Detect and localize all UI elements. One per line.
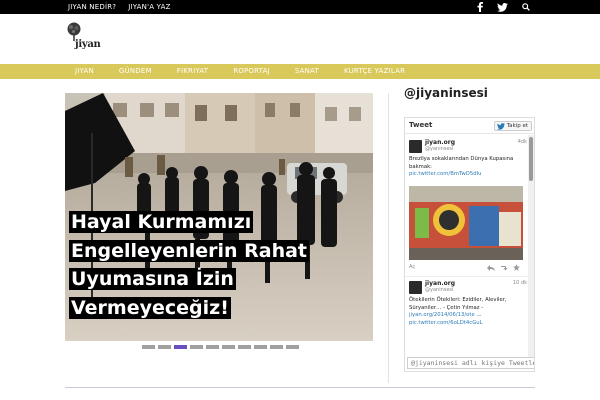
main-nav-item-sanat[interactable]: SANAT (295, 64, 319, 79)
widget-title: Tweet (409, 121, 433, 129)
slider-dot[interactable] (238, 345, 251, 349)
main-nav-item-jiyan[interactable]: JIYAN (75, 64, 94, 79)
follow-button-label: Takip et (506, 123, 528, 129)
column-divider (388, 93, 389, 383)
tweet-link-2[interactable]: pic.twitter.com/6oLDt4cGuL (409, 320, 483, 326)
tweet-time[interactable]: 4dk (518, 139, 527, 145)
follow-button[interactable]: Takip et (493, 121, 532, 131)
twitter-icon[interactable] (497, 2, 508, 12)
tweet-item[interactable]: jiyan.org @yaninsesi 10 dk Ötekilerin Öt… (405, 276, 529, 356)
tweet-author-name[interactable]: jiyan.org (425, 139, 455, 146)
featured-headline[interactable]: Hayal Kurmamızı Engelleyenlerin Rahat Uy… (69, 208, 369, 322)
headline-line-3[interactable]: Uyumasına İzin (69, 268, 236, 290)
logo-wordmark: jiyan (75, 39, 101, 50)
site-logo[interactable]: jiyan (66, 22, 106, 54)
tweet-item[interactable]: jiyan.org @yaninsesi 4dk Brezilya sokakl… (405, 136, 529, 276)
tweet-text: Brezilya sokaklarından Dünya Kupasına ba… (409, 156, 521, 179)
slider-dot[interactable] (270, 345, 283, 349)
tweet-author-handle[interactable]: @yaninsesi (425, 287, 453, 293)
reply-icon[interactable] (487, 265, 495, 271)
main-nav-item-roportaj[interactable]: ROPORTAJ (233, 64, 270, 79)
top-nav-item-jiyana-yaz[interactable]: JIYAN'A YAZ (128, 0, 170, 14)
main-nav: JIYAN GÜNDEM FIKRIYAT ROPORTAJ SANAT KUR… (0, 64, 600, 79)
tweet-link[interactable]: jiyan.org/2014/06/13/ote (409, 312, 475, 318)
tweet-body: Ötekilerin Ötekileri: Ezidiler, Aleviler… (409, 297, 507, 311)
sidebar-handle-title: @jiyaninsesi (404, 86, 488, 100)
facebook-icon[interactable] (477, 2, 483, 12)
tweet-link[interactable]: pic.twitter.com/BmTwO5dIu (409, 171, 482, 177)
footer-divider (65, 387, 535, 388)
favorite-icon[interactable] (513, 264, 520, 271)
slider-dot[interactable] (158, 345, 171, 349)
slider-dot[interactable] (254, 345, 267, 349)
widget-header: Tweet Takip et (405, 118, 534, 134)
tweet-time[interactable]: 10 dk (513, 280, 527, 286)
tweet-media[interactable] (409, 186, 523, 260)
slider-pagination (142, 345, 299, 349)
slider-dot[interactable] (222, 345, 235, 349)
tweet-avatar[interactable] (409, 281, 422, 294)
main-nav-item-gundem[interactable]: GÜNDEM (119, 64, 152, 79)
top-bar: JIYAN NEDİR? JIYAN'A YAZ (0, 0, 600, 14)
main-nav-item-fikriyat[interactable]: FIKRIYAT (177, 64, 208, 79)
headline-line-2[interactable]: Engelleyenlerin Rahat (69, 239, 310, 262)
tweet-action-expand[interactable]: Aç (409, 264, 415, 270)
featured-slider[interactable]: Hayal Kurmamızı Engelleyenlerin Rahat Uy… (65, 93, 373, 341)
twitter-bird-icon (496, 123, 505, 130)
tweet-compose-input[interactable]: @jiyaninsesi adlı kişiye Tweetle (407, 357, 534, 369)
tweet-text: Ötekilerin Ötekileri: Ezidiler, Aleviler… (409, 297, 507, 326)
headline-line-1[interactable]: Hayal Kurmamızı (69, 211, 254, 233)
top-nav: JIYAN NEDİR? JIYAN'A YAZ (68, 0, 171, 14)
slider-dot[interactable] (142, 345, 155, 349)
social-links (477, 0, 530, 14)
widget-scrollbar[interactable] (528, 135, 534, 357)
slider-dot[interactable] (174, 345, 187, 349)
main-nav-item-kurtce-yazilar[interactable]: KURTÇE YAZILAR (344, 64, 405, 79)
twitter-widget[interactable]: Tweet Takip et jiyan.org @yaninsesi 4dk … (404, 117, 535, 372)
slider-dot[interactable] (286, 345, 299, 349)
scrollbar-thumb[interactable] (529, 137, 533, 181)
tweet-body: Brezilya sokaklarından Dünya Kupasına ba… (409, 156, 514, 170)
retweet-icon[interactable] (500, 265, 508, 271)
headline-line-4[interactable]: Vermeyeceğiz! (69, 296, 231, 319)
slider-dot[interactable] (190, 345, 203, 349)
tweet-avatar[interactable] (409, 140, 422, 153)
tweet-author-name[interactable]: jiyan.org (425, 280, 455, 287)
tweet-author-handle[interactable]: @yaninsesi (425, 146, 453, 152)
slider-dot[interactable] (206, 345, 219, 349)
top-nav-item-jiyan-nedir[interactable]: JIYAN NEDİR? (68, 0, 116, 14)
search-icon[interactable] (522, 3, 530, 11)
